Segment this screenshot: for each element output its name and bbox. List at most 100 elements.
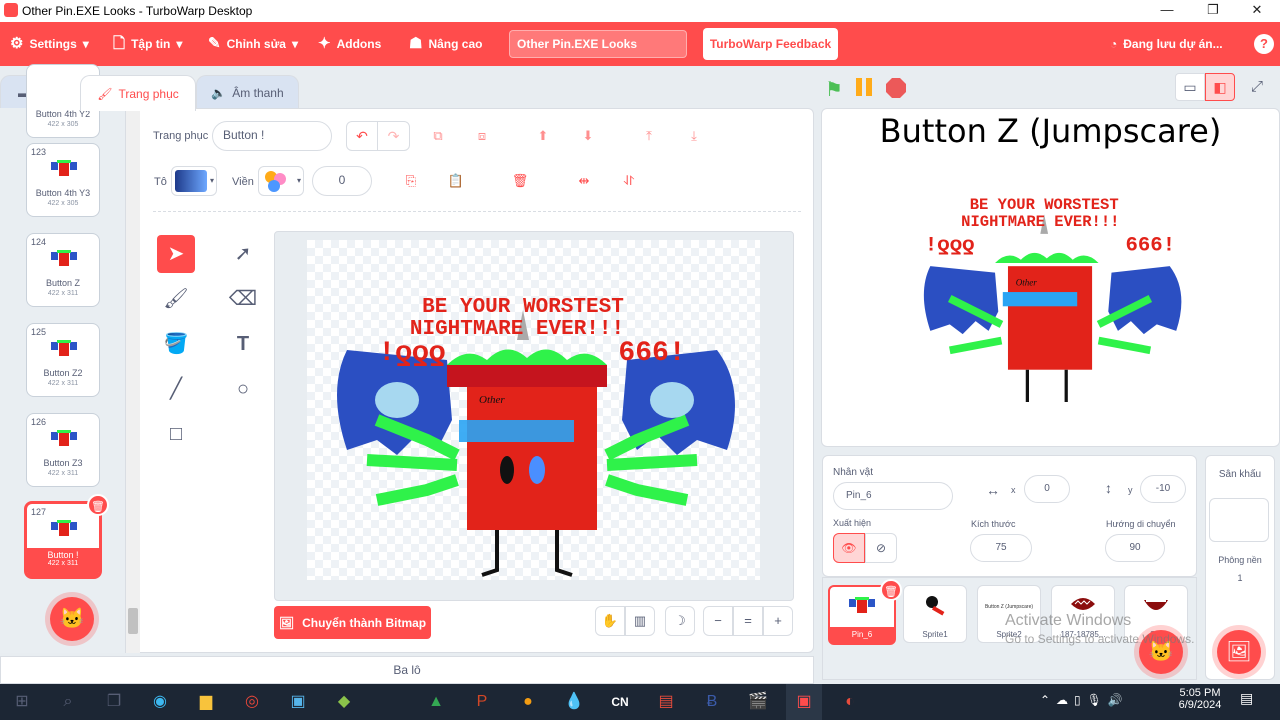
backdrops-label: Phông nền	[1218, 555, 1262, 565]
stop-icon[interactable]	[886, 78, 906, 98]
ungroup-icon[interactable]: ⧈	[467, 121, 497, 151]
flip-horizontal-icon[interactable]: ⇹	[569, 166, 599, 196]
store-icon[interactable]: ▣	[280, 684, 316, 720]
x-input[interactable]: 0	[1024, 475, 1070, 503]
search-icon[interactable]: ⌕	[50, 684, 86, 720]
costume-item-selected[interactable]: 127 Button ! 422 x 311 🗑	[24, 494, 109, 579]
convert-to-bitmap-button[interactable]: 🖼 Chuyển thành Bitmap	[274, 606, 431, 639]
video-editor-icon[interactable]: 🎬	[740, 684, 776, 720]
task-view-icon[interactable]: ❐	[96, 684, 132, 720]
edit-menu[interactable]: ✎ Chỉnh sửa ▾	[208, 22, 298, 66]
maximize-button[interactable]: ❐	[1190, 0, 1236, 22]
app-icon[interactable]: 💧	[556, 684, 592, 720]
backpack-bar[interactable]: Ba lô	[0, 656, 814, 684]
fill-color-picker[interactable]: ▾	[171, 166, 217, 196]
pause-icon[interactable]	[856, 78, 876, 96]
costume-name: Button Z3	[43, 458, 83, 468]
choose-costume-button[interactable]: 🐱	[50, 597, 94, 641]
zoom-out-icon[interactable]: −	[703, 606, 733, 636]
outline-color-picker[interactable]: ▾	[258, 166, 304, 196]
hand-icon[interactable]: ✋	[595, 606, 625, 636]
delete-sprite-icon[interactable]: 🗑	[880, 579, 902, 601]
legs	[1025, 369, 1068, 403]
small-stage-icon[interactable]: ▭	[1175, 73, 1205, 101]
large-stage-icon[interactable]: ◧	[1205, 73, 1235, 101]
select-tool[interactable]: ➤	[157, 235, 195, 273]
app-icon[interactable]: ▤	[648, 684, 684, 720]
chrome-icon[interactable]: ◎	[234, 684, 270, 720]
circle-tool[interactable]: ○	[224, 370, 262, 408]
sprite-item-selected[interactable]: Pin_6 🗑	[828, 579, 902, 645]
costume-item[interactable]: 123 Button 4th Y3 422 x 305	[26, 143, 100, 217]
close-window-button[interactable]: ✕	[1234, 0, 1280, 22]
app-icon[interactable]: Ƀ	[694, 684, 730, 720]
bitmap-tool-icon[interactable]: ▥	[625, 606, 655, 636]
file-explorer-icon[interactable]: ▆	[188, 684, 224, 720]
delete-icon[interactable]: 🗑	[505, 166, 535, 196]
green-flag-icon[interactable]: ⚑	[825, 77, 843, 102]
size-input[interactable]: 75	[970, 534, 1032, 562]
project-title-input[interactable]: Other Pin.EXE Looks	[509, 30, 687, 58]
costume-item[interactable]: 126 Button Z3 422 x 311	[26, 413, 100, 487]
feedback-button[interactable]: TurboWarp Feedback	[703, 28, 838, 60]
cartoon-network-icon[interactable]: CN	[602, 684, 638, 720]
powerpoint-icon[interactable]: P	[464, 684, 500, 720]
paint-canvas[interactable]: BE YOUR WORSTEST NIGHTMARE EVER!!! !ƍƍƍ …	[307, 240, 760, 580]
reshape-tool[interactable]: ➚	[224, 235, 262, 273]
delete-costume-icon[interactable]: 🗑	[87, 494, 109, 516]
back-icon[interactable]: ⤓	[679, 121, 709, 151]
fill-tool[interactable]: 🪣	[157, 325, 195, 363]
app-icon[interactable]: ◆	[326, 684, 362, 720]
turbowarp-taskbar-icon[interactable]: ▣	[786, 684, 822, 720]
flip-vertical-icon[interactable]: ⥯	[614, 166, 644, 196]
advanced-menu[interactable]: ☗ Nâng cao	[409, 22, 482, 66]
redo-icon[interactable]: ↷	[378, 122, 409, 150]
costume-name-input[interactable]: Button !	[212, 121, 332, 151]
cat-add-icon: 🐱	[59, 608, 85, 630]
show-eye-icon[interactable]: 👁	[833, 533, 865, 563]
paste-icon[interactable]: 📋	[441, 166, 471, 196]
tab-sounds[interactable]: 🔈 Âm thanh	[196, 75, 299, 109]
dark-mode-icon[interactable]: ☽	[665, 606, 695, 636]
file-menu[interactable]: 🗋 Tập tin ▾	[113, 22, 182, 66]
tab-costumes[interactable]: 🖌 Trang phục	[80, 75, 196, 111]
costume-item[interactable]: 125 Button Z2 422 x 311	[26, 323, 100, 397]
zoom-reset-icon[interactable]: =	[733, 606, 763, 636]
help-icon[interactable]: ?	[1254, 34, 1274, 54]
front-icon[interactable]: ⤒	[634, 121, 664, 151]
copy-icon[interactable]: ⎘	[396, 166, 426, 196]
forward-icon[interactable]: ⬆	[528, 121, 558, 151]
zoom-in-icon[interactable]: +	[763, 606, 793, 636]
costume-list-scrollbar[interactable]	[126, 108, 140, 653]
app-icon[interactable]: ●	[510, 684, 546, 720]
sprite-name-input[interactable]: Pin_6	[833, 482, 953, 510]
undo-icon[interactable]: ↶	[347, 122, 379, 150]
sprite-item[interactable]: Sprite1	[903, 585, 967, 643]
edge-icon[interactable]: ◉	[142, 684, 178, 720]
backward-icon[interactable]: ⬇	[573, 121, 603, 151]
choose-backdrop-button[interactable]: 🖼	[1217, 630, 1261, 674]
eraser-tool[interactable]: ⌫	[224, 280, 262, 318]
system-tray-icons[interactable]: ⌃☁▯🎙🔊	[1040, 693, 1129, 707]
line-tool[interactable]: ╱	[157, 370, 195, 408]
google-drive-icon[interactable]: ▲	[418, 684, 454, 720]
app-icon[interactable]: ◐	[832, 684, 868, 720]
y-input[interactable]: -10	[1140, 475, 1186, 503]
costume-item[interactable]: 124 Button Z 422 x 311	[26, 233, 100, 307]
backdrop-thumbnail[interactable]	[1209, 498, 1269, 542]
settings-menu[interactable]: ⚙ Settings ▾	[10, 22, 89, 66]
notification-icon[interactable]: ▤	[1240, 690, 1253, 707]
group-icon[interactable]: ⧉	[423, 121, 453, 151]
windows-start-icon[interactable]: ⊞	[4, 684, 40, 720]
text-tool[interactable]: T	[224, 325, 262, 363]
direction-input[interactable]: 90	[1105, 534, 1165, 562]
fullscreen-icon[interactable]: ⤢	[1243, 73, 1271, 101]
minimize-button[interactable]: —	[1144, 0, 1190, 22]
addons-menu[interactable]: ✦ Addons	[318, 22, 381, 66]
scrollbar-thumb[interactable]	[128, 608, 138, 634]
hide-eye-icon[interactable]: ⊘	[865, 533, 897, 563]
rectangle-tool[interactable]: □	[157, 415, 195, 453]
clock[interactable]: 5:05 PM 6/9/2024	[1175, 687, 1225, 711]
brush-tool[interactable]: 🖌	[157, 280, 195, 318]
outline-width-input[interactable]: 0	[312, 166, 372, 196]
